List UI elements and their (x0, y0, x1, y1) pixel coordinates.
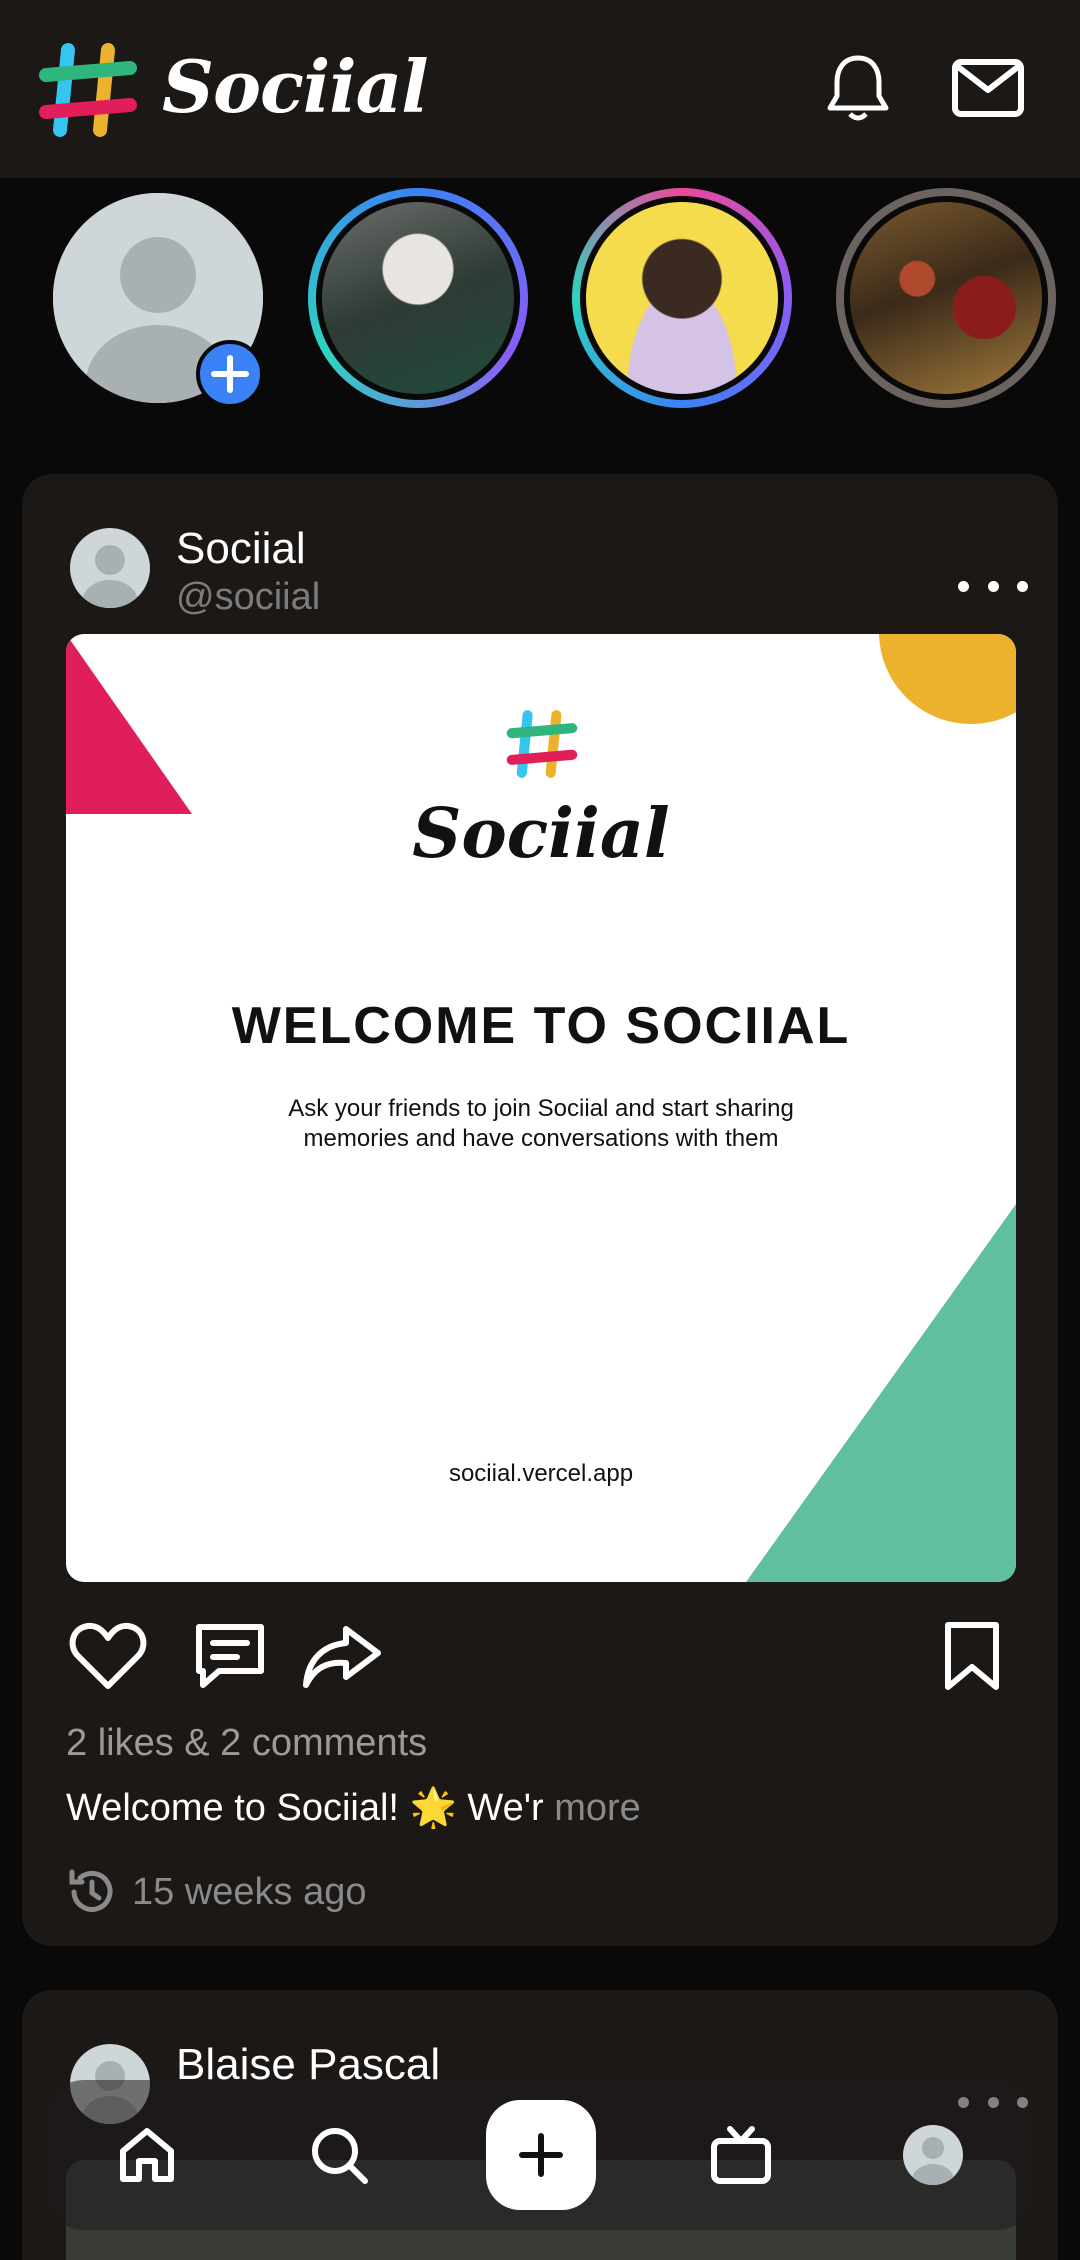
mail-icon[interactable] (948, 48, 1028, 128)
home-icon[interactable] (92, 2100, 202, 2210)
app-logo-icon (39, 43, 137, 137)
bell-icon[interactable] (818, 48, 898, 128)
post-card: Sociial @sociial Sociial WELCOME TO SOCI… (22, 474, 1058, 1946)
default-avatar-icon (70, 528, 150, 608)
profile-icon[interactable] (878, 2100, 988, 2210)
history-icon (69, 1869, 113, 1912)
story-photo (322, 202, 514, 394)
bookmark-icon[interactable] (930, 1614, 1014, 1698)
top-app-bar: Sociial (0, 0, 1080, 178)
comment-icon[interactable] (188, 1614, 272, 1698)
story-item[interactable] (308, 188, 528, 408)
search-icon[interactable] (284, 2100, 394, 2210)
story-photo (586, 202, 778, 394)
more-link[interactable]: more (554, 1787, 641, 1829)
story-item[interactable] (572, 188, 792, 408)
image-title: WELCOME TO SOCIIAL (231, 997, 851, 1055)
stories-bar (0, 178, 1080, 468)
share-icon[interactable] (300, 1614, 384, 1698)
add-story-button[interactable] (196, 340, 264, 408)
timestamp-text: 15 weeks ago (132, 1870, 367, 1913)
default-avatar-icon (903, 2125, 963, 2185)
tv-icon[interactable] (686, 2100, 796, 2210)
author-name[interactable]: Sociial (176, 524, 306, 574)
create-post-button[interactable] (486, 2100, 596, 2210)
app-title[interactable]: Sociial (162, 44, 429, 129)
plus-icon (211, 355, 249, 393)
caption-text: Welcome to Sociial! 🌟 We'r (66, 1787, 544, 1829)
bottom-nav-bar (44, 2080, 1036, 2230)
image-subtitle: Ask your friends to join Sociial and sta… (288, 1095, 794, 1152)
story-item[interactable] (836, 188, 1056, 408)
plus-icon (519, 2133, 563, 2177)
story-photo (850, 202, 1042, 394)
image-brand-text: Sociial (412, 794, 670, 874)
post-image[interactable]: Sociial WELCOME TO SOCIIAL Ask your frie… (66, 634, 1016, 1582)
author-handle[interactable]: @sociial (176, 576, 320, 619)
like-heart-icon[interactable] (66, 1614, 150, 1698)
post-timestamp: 15 weeks ago (66, 1866, 367, 1918)
image-url: sociial.vercel.app (448, 1460, 634, 1487)
post-caption: Welcome to Sociial! 🌟 We'r more (66, 1786, 641, 1830)
more-options-icon[interactable] (958, 566, 1028, 606)
likes-comments-count[interactable]: 2 likes & 2 comments (66, 1722, 427, 1765)
app-logo-icon (506, 710, 578, 778)
author-avatar[interactable] (70, 528, 150, 608)
